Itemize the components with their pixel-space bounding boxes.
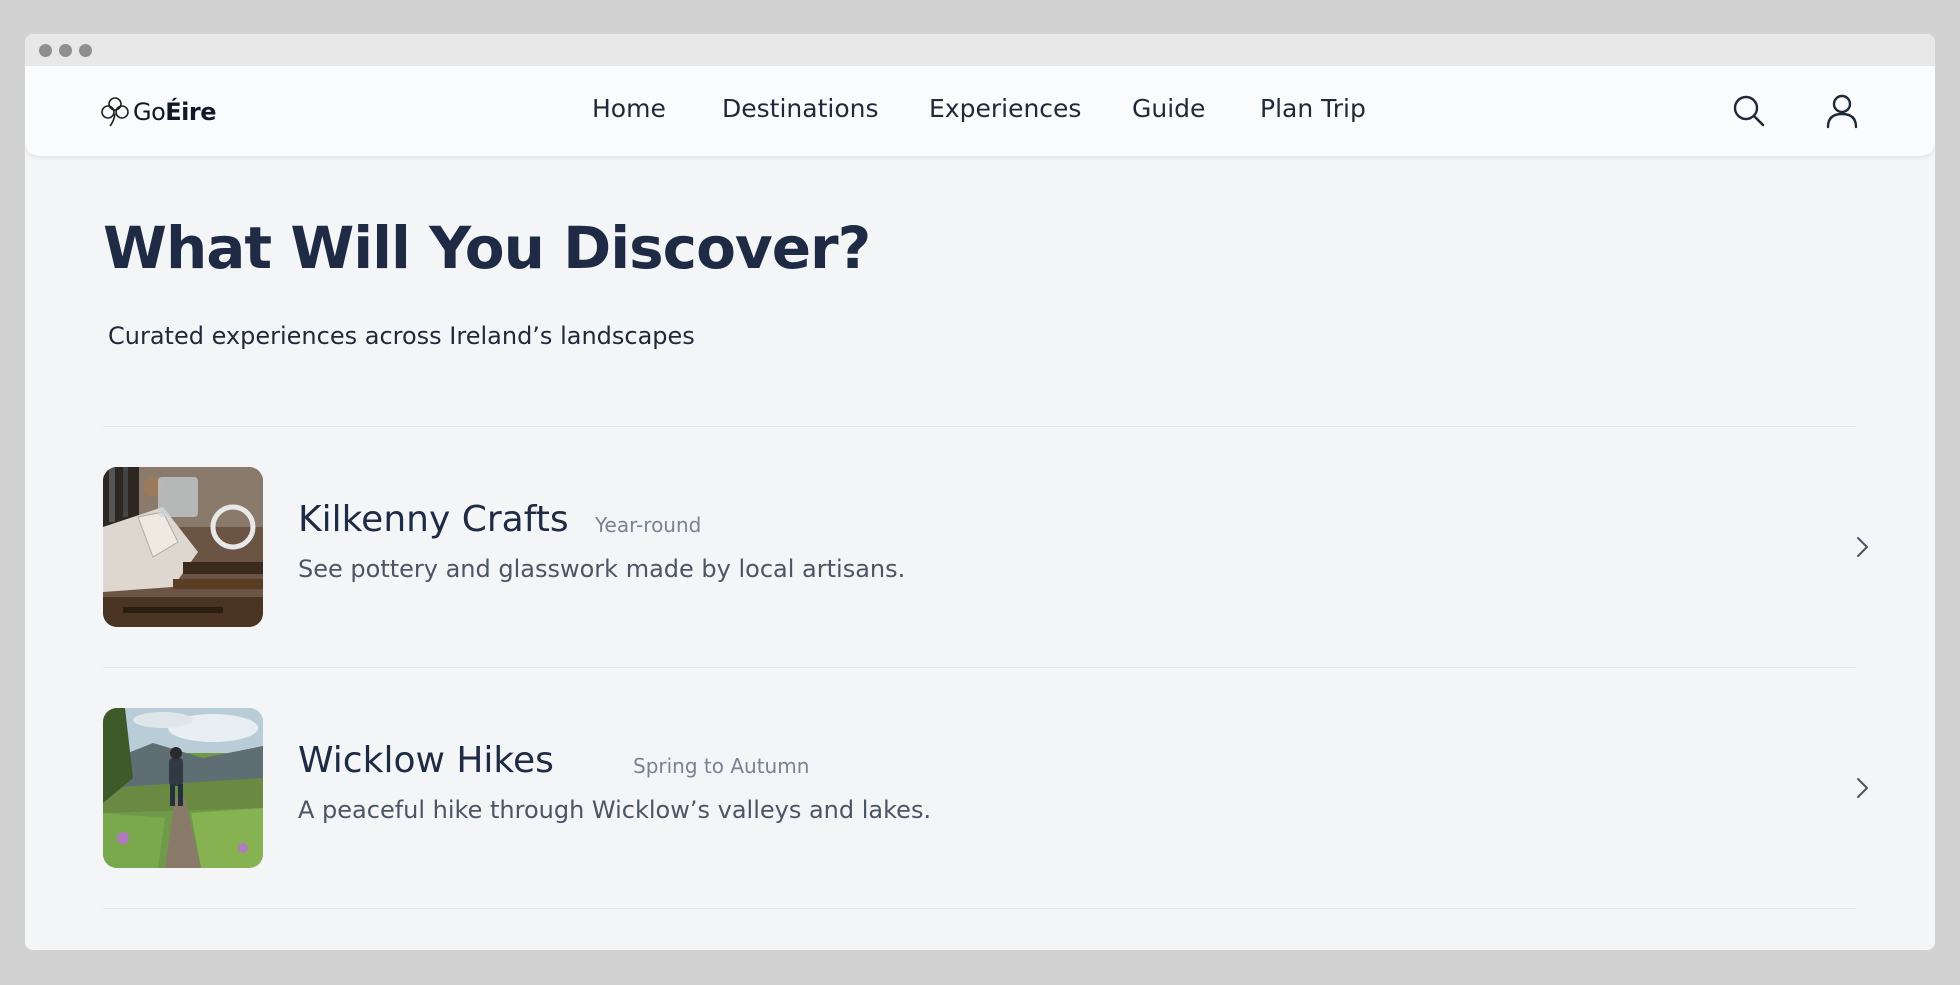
window-control-close[interactable] <box>39 44 52 57</box>
brand-name: GoÉire <box>133 98 217 126</box>
browser-window: GoÉire Home Destinations Experiences Gui… <box>25 34 1935 950</box>
window-control-minimize[interactable] <box>59 44 72 57</box>
nav-guide[interactable]: Guide <box>1132 94 1205 123</box>
shamrock-icon <box>101 96 129 128</box>
crafts-thumbnail <box>103 467 263 627</box>
season-badge: Spring to Autumn <box>633 754 810 778</box>
experience-item-wicklow[interactable]: Wicklow Hikes Spring to Autumn A peacefu… <box>103 668 1868 908</box>
chevron-right-icon[interactable] <box>1850 535 1874 559</box>
nav-plan-trip[interactable]: Plan Trip <box>1260 94 1366 123</box>
page-title: What Will You Discover? <box>103 214 871 282</box>
experience-title: Kilkenny Crafts <box>298 499 569 540</box>
experience-description: See pottery and glasswork made by local … <box>298 555 906 583</box>
top-navbar: GoÉire Home Destinations Experiences Gui… <box>25 66 1935 156</box>
window-titlebar <box>25 34 1935 66</box>
hike-thumbnail <box>103 708 263 868</box>
nav-destinations[interactable]: Destinations <box>722 94 878 123</box>
season-badge: Year-round <box>595 513 702 537</box>
nav-home[interactable]: Home <box>592 94 666 123</box>
list-divider <box>103 908 1856 909</box>
experience-description: A peaceful hike through Wicklow’s valley… <box>298 796 932 824</box>
user-icon[interactable] <box>1824 93 1860 129</box>
window-control-maximize[interactable] <box>79 44 92 57</box>
chevron-right-icon[interactable] <box>1850 776 1874 800</box>
search-icon[interactable] <box>1731 93 1767 129</box>
nav-experiences[interactable]: Experiences <box>929 94 1081 123</box>
brand-logo[interactable]: GoÉire <box>101 94 217 130</box>
experience-title: Wicklow Hikes <box>298 740 554 781</box>
experience-item-kilkenny[interactable]: Kilkenny Crafts Year-round See pottery a… <box>103 427 1868 667</box>
page-subtitle: Curated experiences across Ireland’s lan… <box>108 322 695 350</box>
